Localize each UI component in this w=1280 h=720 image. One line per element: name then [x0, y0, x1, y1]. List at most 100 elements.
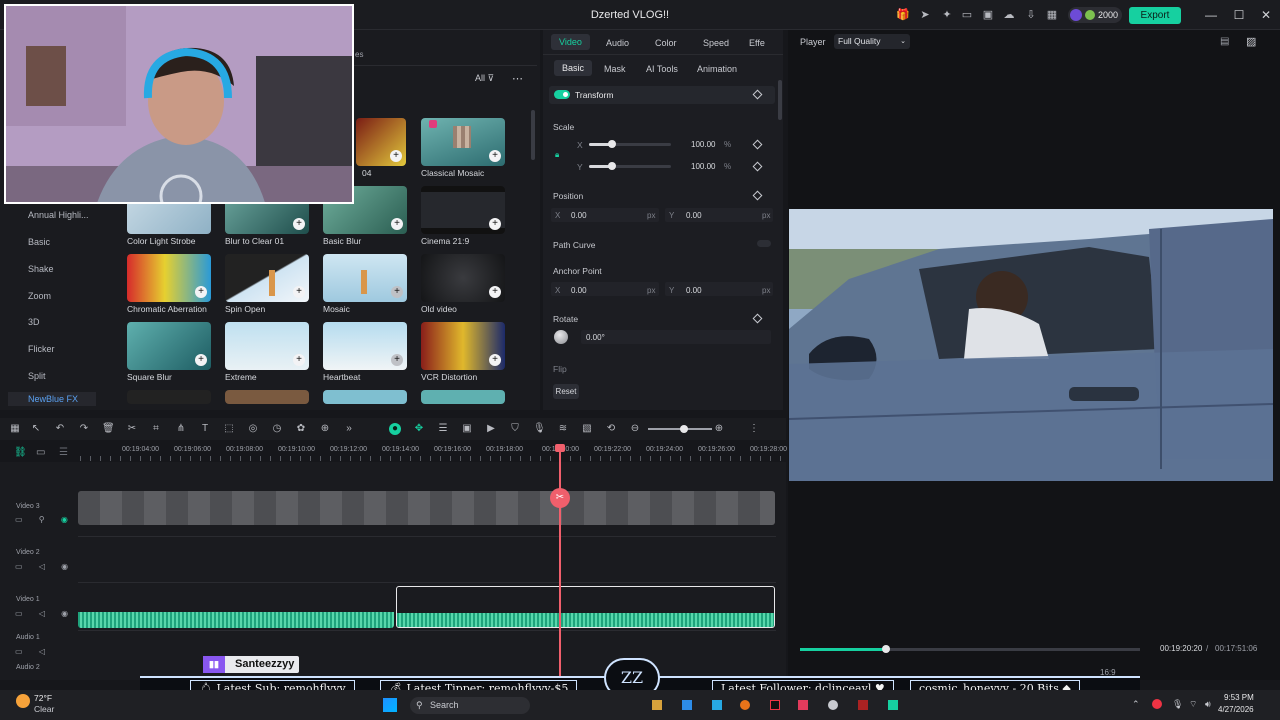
add-icon[interactable]: + — [489, 218, 501, 230]
redo-icon[interactable]: ↷ — [78, 423, 90, 435]
layout-icon[interactable]: ▦ — [9, 423, 21, 435]
crop-icon[interactable]: ⌗ — [150, 423, 162, 435]
library-tab-partial[interactable]: es — [355, 50, 363, 59]
download-icon[interactable]: ⇩ — [1024, 8, 1038, 22]
weather-temp[interactable]: 72°F — [34, 693, 52, 703]
playhead-handle[interactable] — [555, 444, 565, 452]
start-icon[interactable] — [383, 698, 397, 712]
overlay-clip[interactable] — [78, 491, 775, 525]
taskbar-app-icon[interactable] — [682, 700, 692, 710]
tab-color[interactable]: Color — [655, 38, 677, 48]
add-track-icon[interactable]: ▭ — [36, 447, 45, 458]
rotate-field[interactable] — [581, 330, 771, 344]
taskbar-search[interactable]: ⚲ Search — [410, 697, 530, 714]
tab-video[interactable]: Video — [551, 34, 590, 50]
select-icon[interactable]: ↖ — [30, 423, 42, 435]
undo-icon[interactable]: ↶ — [54, 423, 66, 435]
subtab-basic[interactable]: Basic — [554, 60, 593, 76]
add-icon[interactable]: + — [293, 354, 305, 366]
ai-icon[interactable]: ⊕ — [319, 423, 331, 435]
position-y-field[interactable] — [665, 208, 773, 222]
settings-icon[interactable]: ⋮ — [748, 423, 760, 435]
path-curve-toggle[interactable] — [757, 240, 771, 247]
add-icon[interactable]: + — [195, 286, 207, 298]
add-icon[interactable]: + — [293, 218, 305, 230]
zoom-slider[interactable] — [648, 425, 712, 433]
reset-button[interactable]: Reset — [553, 384, 579, 399]
magnet-icon[interactable]: ✥ — [413, 423, 425, 435]
add-icon[interactable]: + — [390, 150, 402, 162]
weather-icon[interactable] — [16, 694, 30, 708]
track-manage-icon[interactable]: ☰ — [59, 447, 68, 458]
text-icon[interactable]: T — [199, 423, 211, 435]
taskbar-app-icon[interactable] — [652, 700, 662, 710]
marker-icon[interactable]: ⛉ — [509, 423, 521, 435]
mic-icon[interactable]: 🎙︎ — [533, 423, 546, 435]
audio-mix-icon[interactable]: ≋ — [557, 423, 569, 435]
speed-icon[interactable]: ◷ — [271, 423, 283, 435]
subtab-animation[interactable]: Animation — [697, 64, 737, 74]
zoom-out-icon[interactable]: ⊖ — [629, 423, 641, 435]
send-icon[interactable]: ➤ — [918, 8, 932, 22]
scale-x-slider[interactable] — [589, 140, 671, 148]
effect-tile[interactable]: + — [421, 118, 505, 166]
track-controls[interactable]: ▭ ◁ ◉ — [15, 562, 75, 571]
add-icon[interactable]: + — [293, 286, 305, 298]
taskbar-app-icon[interactable] — [740, 700, 750, 710]
maximize-icon[interactable]: ☐ — [1232, 8, 1246, 22]
quality-dropdown[interactable]: Full Quality ⌄ — [834, 34, 910, 49]
mask-icon[interactable]: ◎ — [247, 423, 259, 435]
category-shake[interactable]: Shake — [28, 264, 54, 274]
subtab-mask[interactable]: Mask — [604, 64, 626, 74]
props-scrollbar[interactable] — [778, 80, 782, 120]
video-clip-selected[interactable] — [396, 586, 775, 628]
playback-progress[interactable] — [800, 645, 1140, 653]
anchor-x-value[interactable]: 0.00 — [571, 286, 587, 295]
tab-effects[interactable]: Effe — [749, 38, 765, 48]
add-icon[interactable]: + — [489, 150, 501, 162]
category-zoom[interactable]: Zoom — [28, 291, 51, 301]
tray-chevron-icon[interactable]: ⌃ — [1132, 699, 1140, 710]
position-x-field[interactable] — [551, 208, 659, 222]
more-tools-icon[interactable]: » — [343, 423, 355, 435]
gift-icon[interactable]: 🎁 — [896, 8, 910, 22]
delete-icon[interactable]: 🗑︎ — [102, 423, 115, 435]
tray-app-icon[interactable] — [1152, 699, 1162, 709]
effect-tile[interactable]: + — [421, 186, 505, 234]
snapshot-icon[interactable]: ▨ — [1246, 35, 1256, 48]
credits-badge[interactable]: 2000 — [1068, 7, 1122, 23]
effect-tile[interactable]: + — [225, 322, 309, 370]
anchor-x-field[interactable] — [551, 282, 659, 296]
effect-tile[interactable] — [127, 390, 211, 404]
export-button[interactable]: Export — [1129, 7, 1181, 24]
effect-tile[interactable]: + — [356, 118, 406, 166]
render-icon[interactable]: ▣ — [461, 423, 473, 435]
effect-tile[interactable]: + — [225, 254, 309, 302]
scale-y-value[interactable]: 100.00 — [691, 162, 715, 171]
volume-icon[interactable]: 🔊︎ — [1205, 699, 1211, 710]
category-3d[interactable]: 3D — [28, 317, 40, 327]
add-icon[interactable]: + — [489, 286, 501, 298]
frame-icon[interactable]: ⬚ — [223, 423, 235, 435]
effect-tile[interactable]: + — [127, 254, 211, 302]
effect-tile[interactable]: + — [323, 254, 407, 302]
play-icon[interactable]: ▶ — [485, 423, 497, 435]
scale-x-value[interactable]: 100.00 — [691, 140, 715, 149]
zoom-in-icon[interactable]: ⊕ — [713, 423, 725, 435]
effect-tile[interactable] — [421, 390, 505, 404]
color-icon[interactable]: ✿ — [295, 423, 307, 435]
anchor-y-field[interactable] — [665, 282, 773, 296]
wifi-icon[interactable]: ⌔ — [1189, 699, 1197, 710]
mic-tray-icon[interactable]: 🎙︎ — [1172, 699, 1183, 710]
position-x-value[interactable]: 0.00 — [571, 211, 587, 220]
taskbar-app-icon[interactable] — [858, 700, 868, 710]
playhead[interactable] — [559, 446, 561, 676]
add-icon[interactable]: + — [391, 218, 403, 230]
rotate-dial[interactable] — [554, 330, 568, 344]
split-marker-icon[interactable]: ✂ — [550, 488, 570, 508]
rotate-value[interactable]: 0.00° — [586, 333, 605, 342]
track-controls[interactable]: ▭ ⚲ ◉ — [15, 515, 75, 524]
scale-y-slider[interactable] — [589, 162, 671, 170]
time-ruler[interactable]: 00:19:04:00 00:19:06:00 00:19:08:00 00:1… — [80, 442, 787, 462]
taskbar-app-icon[interactable] — [798, 700, 808, 710]
